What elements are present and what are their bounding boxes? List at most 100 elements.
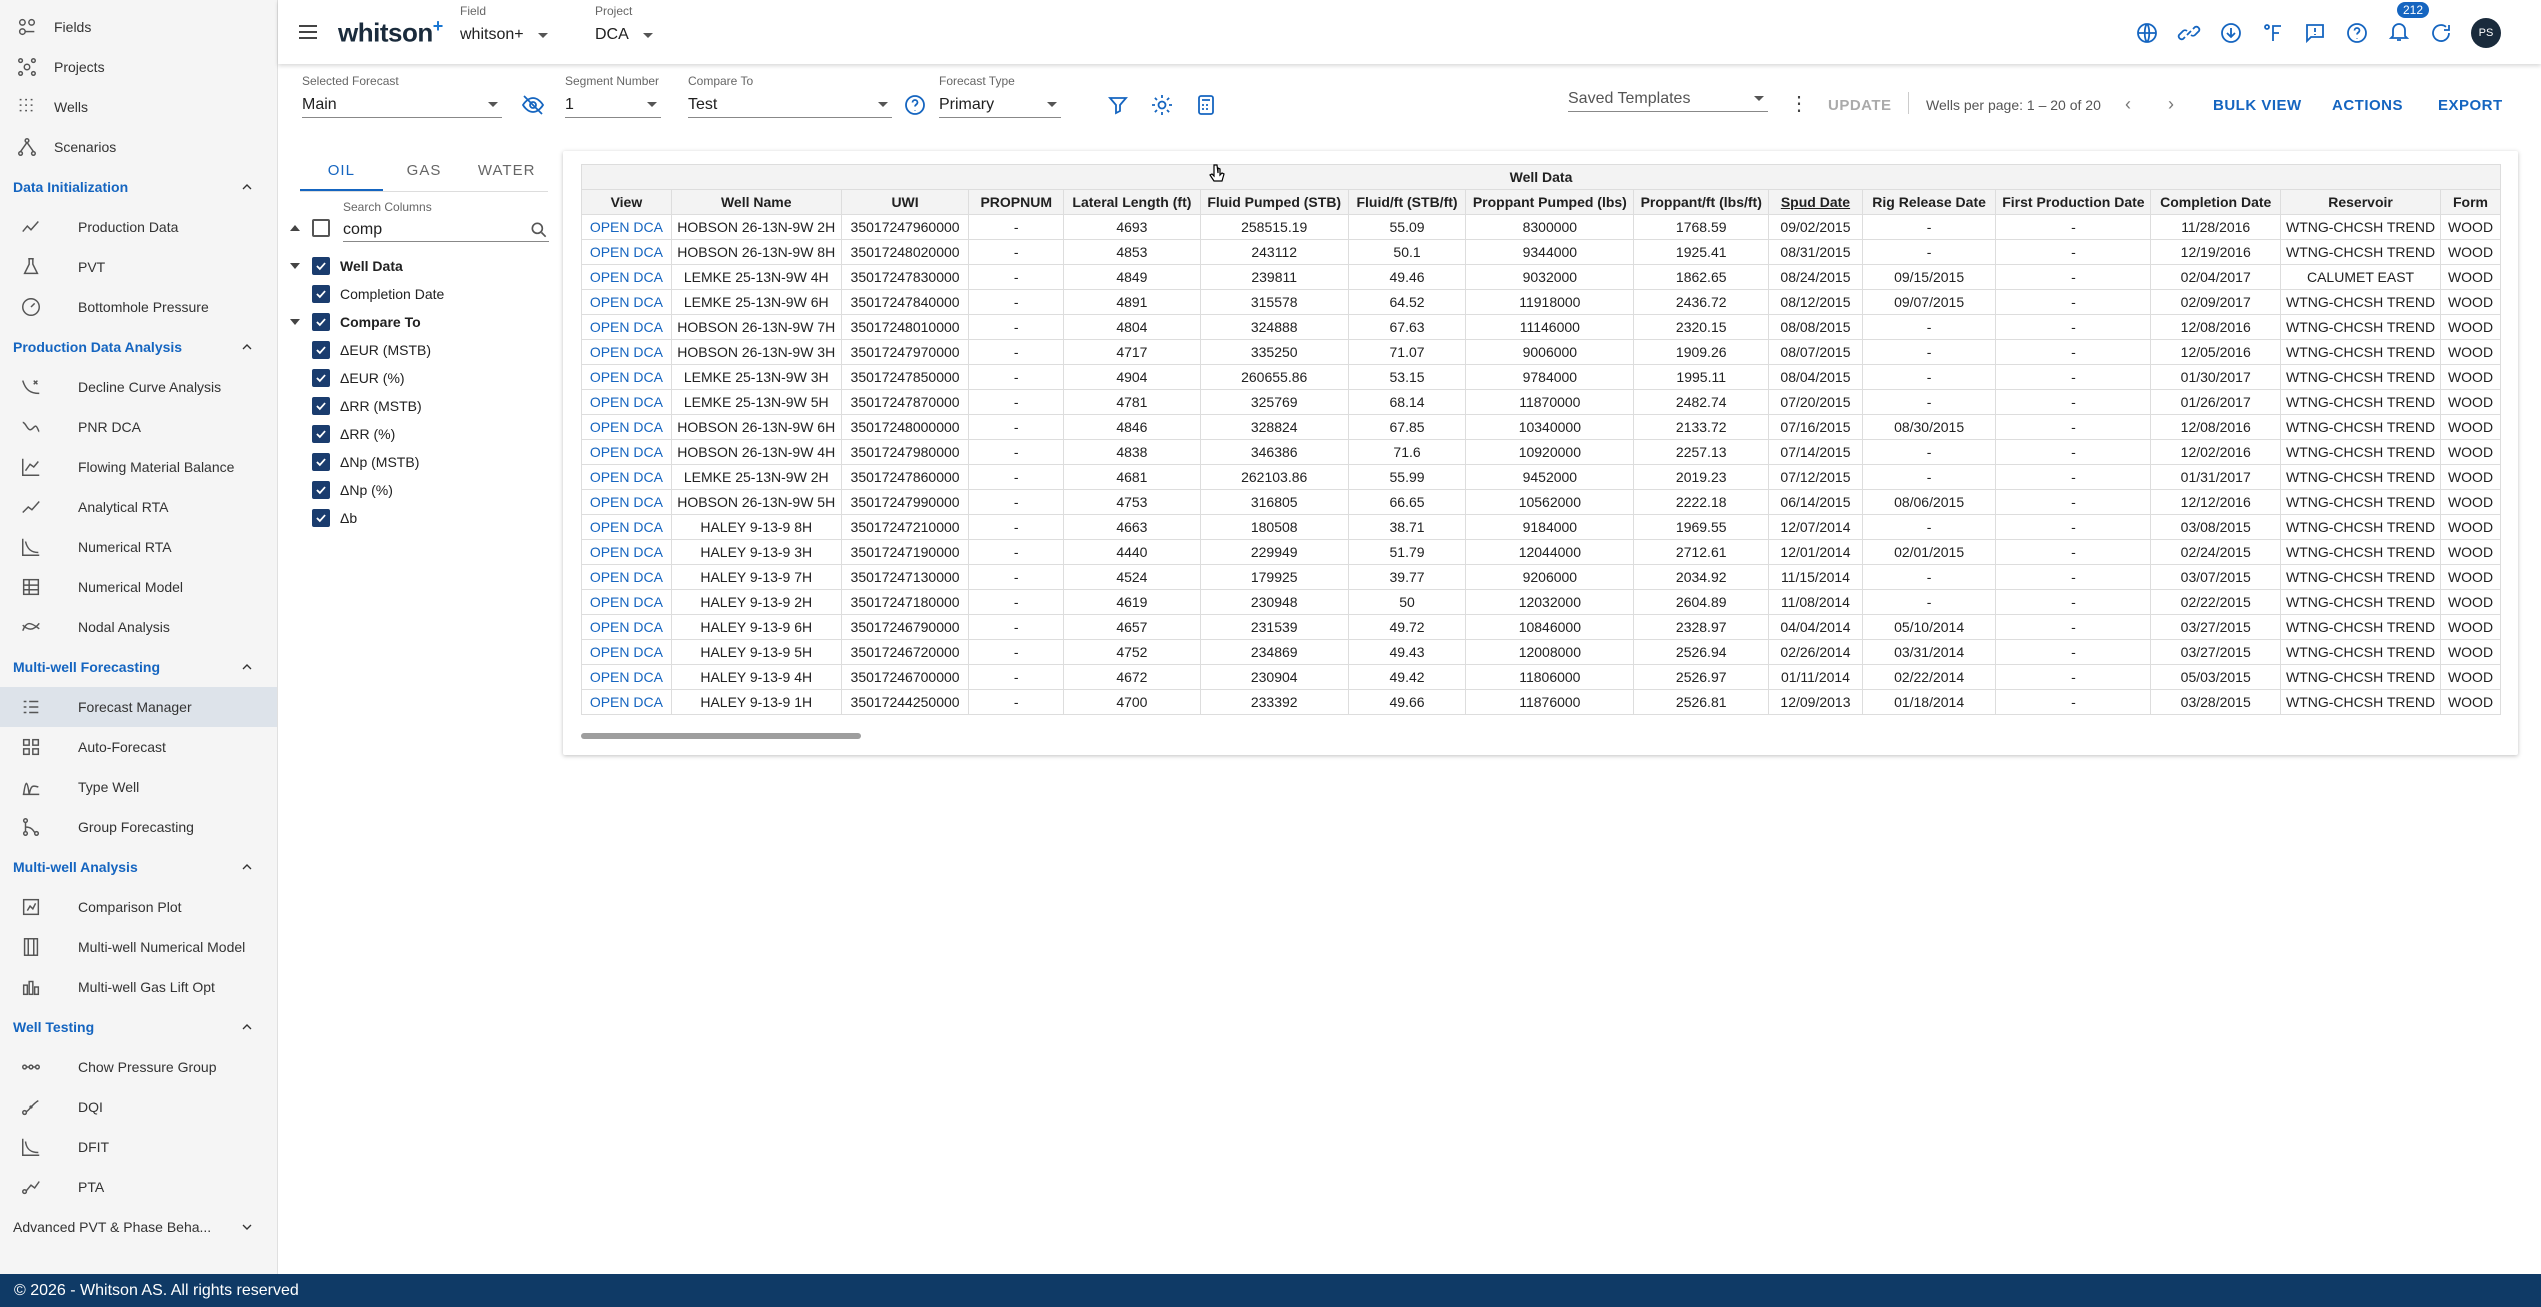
bulk-view-button[interactable]: BULK VIEW (2213, 97, 2302, 114)
sidebar-item-decline-curve-analysis[interactable]: Decline Curve Analysis (0, 367, 277, 407)
sidebar-item-comparison-plot[interactable]: Comparison Plot (0, 887, 277, 927)
open-dca-link[interactable]: OPEN DCA (581, 364, 672, 390)
open-dca-link[interactable]: OPEN DCA (581, 664, 672, 690)
open-dca-link[interactable]: OPEN DCA (581, 214, 672, 240)
segment-number-select[interactable]: Segment Number 1 (565, 74, 661, 118)
compare-to-select[interactable]: Compare To Test (688, 74, 892, 118)
col-header-proppant-pumped-lbs[interactable]: Proppant Pumped (lbs) (1465, 189, 1635, 215)
sidebar-item-group-forecasting[interactable]: Group Forecasting (0, 807, 277, 847)
app-logo[interactable]: whitson+ (338, 16, 443, 49)
open-dca-link[interactable]: OPEN DCA (581, 464, 672, 490)
refresh-icon[interactable] (2429, 21, 2453, 45)
col-header-reservoir[interactable]: Reservoir (2280, 189, 2442, 215)
sidebar-item-wells[interactable]: Wells (0, 87, 277, 127)
open-dca-link[interactable]: OPEN DCA (581, 439, 672, 465)
open-dca-link[interactable]: OPEN DCA (581, 614, 672, 640)
tab-gas[interactable]: GAS (383, 150, 466, 191)
col-header-rig-release-date[interactable]: Rig Release Date (1861, 189, 1997, 215)
col-header-uwi[interactable]: UWI (840, 189, 970, 215)
sidebar-item-type-well[interactable]: Type Well (0, 767, 277, 807)
column-checkbox[interactable] (312, 341, 330, 359)
help-button[interactable] (903, 93, 927, 122)
link-icon[interactable] (2177, 21, 2201, 45)
expand-toggle[interactable] (288, 259, 302, 273)
update-button[interactable]: UPDATE (1828, 97, 1892, 114)
group-checkbox[interactable] (312, 313, 330, 331)
open-dca-link[interactable]: OPEN DCA (581, 514, 672, 540)
sidebar-item-numerical-model[interactable]: Numerical Model (0, 567, 277, 607)
col-header-first-production-date[interactable]: First Production Date (1995, 189, 2152, 215)
select-all-checkbox[interactable] (312, 219, 330, 237)
export-button[interactable]: EXPORT (2438, 97, 2503, 114)
sidebar-item-bottomhole-pressure[interactable]: Bottomhole Pressure (0, 287, 277, 327)
expand-toggle[interactable] (288, 315, 302, 329)
open-dca-link[interactable]: OPEN DCA (581, 689, 672, 715)
col-header-form[interactable]: Form (2440, 189, 2501, 215)
globe-icon[interactable] (2135, 21, 2159, 45)
col-header-view[interactable]: View (581, 189, 672, 215)
sidebar-item-production-data[interactable]: Production Data (0, 207, 277, 247)
col-header-fluid-ft-stb-ft[interactable]: Fluid/ft (STB/ft) (1347, 189, 1467, 215)
section-data-initialization[interactable]: Data Initialization (0, 167, 277, 207)
sidebar-item-flowing-material-balance[interactable]: Flowing Material Balance (0, 447, 277, 487)
forecast-type-select[interactable]: Forecast Type Primary (939, 74, 1061, 118)
actions-button[interactable]: ACTIONS (2332, 97, 2403, 114)
section-multi-well-analysis[interactable]: Multi-well Analysis (0, 847, 277, 887)
prev-page-icon[interactable]: ‹ (2125, 94, 2131, 115)
open-dca-link[interactable]: OPEN DCA (581, 539, 672, 565)
section-multi-well-forecasting[interactable]: Multi-well Forecasting (0, 647, 277, 687)
column-checkbox[interactable] (312, 397, 330, 415)
col-header-fluid-pumped-stb[interactable]: Fluid Pumped (STB) (1199, 189, 1349, 215)
column-checkbox[interactable] (312, 425, 330, 443)
open-dca-link[interactable]: OPEN DCA (581, 564, 672, 590)
sidebar-item-numerical-rta[interactable]: Numerical RTA (0, 527, 277, 567)
selected-forecast-select[interactable]: Selected Forecast Main (302, 74, 502, 118)
notifications[interactable]: 212 (2387, 1, 2430, 48)
collapse-all-toggle[interactable] (288, 221, 302, 235)
open-dca-link[interactable]: OPEN DCA (581, 339, 672, 365)
column-checkbox[interactable] (312, 369, 330, 387)
sidebar-item-analytical-rta[interactable]: Analytical RTA (0, 487, 277, 527)
open-dca-link[interactable]: OPEN DCA (581, 314, 672, 340)
column-checkbox[interactable] (312, 453, 330, 471)
open-dca-link[interactable]: OPEN DCA (581, 639, 672, 665)
sidebar-item-forecast-manager[interactable]: Forecast Manager (0, 687, 277, 727)
section-well-testing[interactable]: Well Testing (0, 1007, 277, 1047)
col-header-propnum[interactable]: PROPNUM (968, 189, 1065, 215)
open-dca-link[interactable]: OPEN DCA (581, 414, 672, 440)
tab-oil[interactable]: OIL (300, 150, 383, 191)
saved-templates-select[interactable]: Saved Templates (1568, 82, 1768, 112)
field-selector[interactable]: Field whitson+ (460, 4, 548, 44)
col-header-proppant-ft-lbs-ft[interactable]: Proppant/ft (lbs/ft) (1633, 189, 1770, 215)
sidebar-item-multi-well-numerical-model[interactable]: Multi-well Numerical Model (0, 927, 277, 967)
col-header-well-name[interactable]: Well Name (670, 189, 842, 215)
open-dca-link[interactable]: OPEN DCA (581, 589, 672, 615)
project-selector[interactable]: Project DCA (595, 4, 653, 44)
group-checkbox[interactable] (312, 257, 330, 275)
column-checkbox[interactable] (312, 285, 330, 303)
column-checkbox[interactable] (312, 509, 330, 527)
sidebar-item-fields[interactable]: Fields (0, 7, 277, 47)
more-vert-icon[interactable]: ⋮ (1789, 94, 1809, 114)
fahrenheit-icon[interactable] (2261, 21, 2285, 45)
open-dca-link[interactable]: OPEN DCA (581, 264, 672, 290)
open-dca-link[interactable]: OPEN DCA (581, 489, 672, 515)
sidebar-item-scenarios[interactable]: Scenarios (0, 127, 277, 167)
settings-button[interactable] (1150, 93, 1174, 122)
next-page-icon[interactable]: › (2168, 94, 2174, 115)
calculator-button[interactable] (1194, 93, 1218, 122)
avatar[interactable]: PS (2471, 18, 2501, 48)
sidebar-item-chow-pressure-group[interactable]: Chow Pressure Group (0, 1047, 277, 1087)
sidebar-item-nodal-analysis[interactable]: Nodal Analysis (0, 607, 277, 647)
section-advanced-pvt[interactable]: Advanced PVT & Phase Beha... (0, 1207, 277, 1247)
section-production-data-analysis[interactable]: Production Data Analysis (0, 327, 277, 367)
sidebar-item-pta[interactable]: PTA (0, 1167, 277, 1207)
sidebar-item-multi-well-gas-lift-opt[interactable]: Multi-well Gas Lift Opt (0, 967, 277, 1007)
horizontal-scrollbar[interactable] (581, 733, 861, 739)
sidebar-item-pnr-dca[interactable]: PNR DCA (0, 407, 277, 447)
download-icon[interactable] (2219, 21, 2243, 45)
col-header-spud-date[interactable]: Spud Date (1768, 189, 1863, 215)
sidebar-item-projects[interactable]: Projects (0, 47, 277, 87)
open-dca-link[interactable]: OPEN DCA (581, 289, 672, 315)
filter-button[interactable] (1106, 93, 1130, 122)
